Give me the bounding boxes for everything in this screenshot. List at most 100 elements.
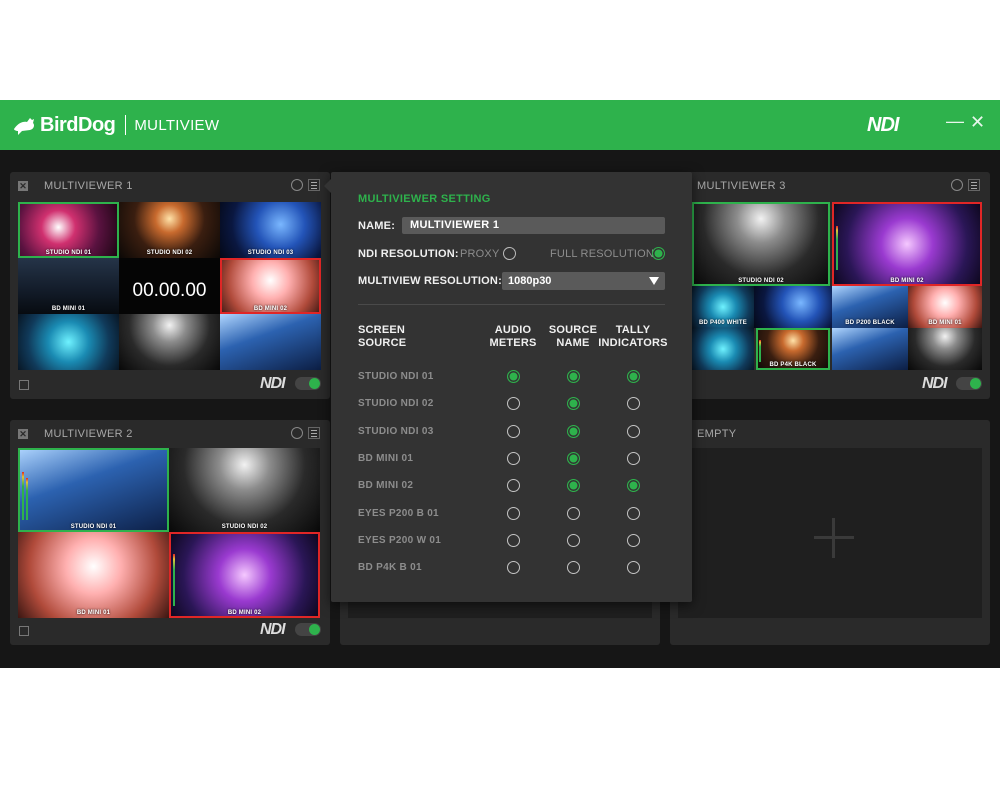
menu-icon[interactable]	[308, 179, 320, 191]
video-tile[interactable]: STUDIO NDI 02	[692, 202, 830, 286]
source-name-radio[interactable]	[567, 370, 580, 383]
tile-label: BD MINI 02	[253, 306, 288, 312]
video-tile[interactable]	[119, 314, 220, 370]
panel-title: EMPTY	[697, 428, 737, 440]
audio-meters-radio[interactable]	[507, 397, 520, 411]
audio-meters-radio[interactable]	[507, 561, 520, 575]
source-name-radio[interactable]	[567, 561, 580, 575]
tile-label: STUDIO NDI 01	[45, 250, 92, 256]
audio-meters-radio[interactable]	[507, 451, 520, 465]
multiviewer-settings-popup: MULTIVIEWER SETTING NAME: NDI RESOLUTION…	[324, 172, 692, 602]
audio-meter	[22, 472, 24, 520]
tally-indicator-radio[interactable]	[627, 561, 640, 575]
minimize-icon[interactable]: —	[946, 111, 964, 132]
expand-icon[interactable]	[19, 626, 29, 636]
close-panel-icon[interactable]: ✕	[18, 429, 28, 439]
tally-indicator-radio[interactable]	[627, 370, 640, 383]
tally-indicator-radio[interactable]	[627, 506, 640, 520]
source-name-radio[interactable]	[567, 397, 580, 411]
multiview-resolution-select[interactable]: 1080p30	[502, 272, 665, 290]
video-tile[interactable]: BD MINI 01	[908, 286, 982, 328]
toggle-knob	[309, 378, 320, 389]
panel-title: MULTIVIEWER 1	[44, 180, 133, 192]
video-tile[interactable]: BD MINI 02	[832, 202, 982, 286]
ndi-output-logo: NDI	[922, 375, 948, 392]
ndi-output-toggle[interactable]	[295, 623, 321, 636]
divider	[358, 304, 665, 305]
video-tile[interactable]: BD MINI 01	[18, 258, 119, 314]
brand-separator	[125, 115, 127, 135]
source-name-radio[interactable]	[567, 479, 580, 493]
full-resolution-radio[interactable]	[652, 247, 665, 260]
source-name: BD MINI 01	[358, 452, 414, 464]
source-name-radio[interactable]	[567, 506, 580, 520]
column-header-audio-meters: AUDIO METERS	[489, 324, 537, 349]
source-name: STUDIO NDI 02	[358, 398, 434, 410]
source-name: STUDIO NDI 03	[358, 425, 434, 437]
audio-meters-radio[interactable]	[507, 479, 520, 493]
timer-tile[interactable]: 00.00.00	[119, 258, 220, 314]
add-multiviewer-icon[interactable]	[814, 518, 854, 558]
menu-icon[interactable]	[308, 427, 320, 439]
multiviewer-name-input[interactable]	[402, 217, 665, 234]
source-row: BD MINI 01	[331, 450, 692, 470]
video-tile[interactable]: STUDIO NDI 02	[169, 448, 320, 532]
video-tile[interactable]	[832, 328, 908, 370]
video-tile[interactable]	[692, 328, 754, 370]
video-tile[interactable]	[18, 314, 119, 370]
expand-icon[interactable]	[19, 380, 29, 390]
video-tile[interactable]	[220, 314, 321, 370]
video-tile[interactable]: BD MINI 02	[220, 258, 321, 314]
video-tile[interactable]: STUDIO NDI 02	[119, 202, 220, 258]
audio-meters-radio[interactable]	[507, 424, 520, 438]
audio-meters-radio[interactable]	[507, 370, 520, 383]
source-row: EYES P200 W 01	[331, 532, 692, 552]
proxy-radio[interactable]	[503, 247, 516, 260]
settings-title: MULTIVIEWER SETTING	[358, 193, 491, 205]
video-tile[interactable]: BD MINI 01	[18, 532, 169, 618]
audio-meters-radio[interactable]	[507, 533, 520, 547]
tally-indicator-radio[interactable]	[627, 533, 640, 547]
tile-label: STUDIO NDI 02	[146, 250, 193, 256]
tally-indicator-radio[interactable]	[627, 479, 640, 493]
tally-indicator-radio[interactable]	[627, 397, 640, 411]
empty-slot[interactable]	[678, 448, 982, 618]
tile-label: BD MINI 01	[928, 320, 962, 326]
audio-meters-radio[interactable]	[507, 506, 520, 520]
source-name: EYES P200 W 01	[358, 534, 442, 546]
source-name-radio[interactable]	[567, 424, 580, 438]
video-tile[interactable]: STUDIO NDI 01	[18, 448, 169, 532]
full-resolution-label: FULL RESOLUTION	[550, 248, 655, 260]
video-tile[interactable]: BD MINI 02	[169, 532, 320, 618]
ndi-resolution-label: NDI RESOLUTION:	[358, 248, 459, 260]
video-tile[interactable]	[754, 286, 832, 328]
tile-label: STUDIO NDI 02	[221, 524, 268, 530]
panel-title: MULTIVIEWER 2	[44, 428, 133, 440]
video-tile[interactable]	[908, 328, 982, 370]
tally-indicator-radio[interactable]	[627, 451, 640, 465]
column-header-screen-source: SCREEN SOURCE	[358, 324, 407, 349]
video-tile[interactable]: BD P200 BLACK	[832, 286, 908, 328]
source-name-radio[interactable]	[567, 533, 580, 547]
ndi-output-toggle[interactable]	[956, 377, 982, 390]
refresh-icon[interactable]	[291, 179, 303, 191]
selected-resolution: 1080p30	[508, 275, 552, 287]
video-tile[interactable]: BD P400 WHITE	[692, 286, 754, 328]
name-label: NAME:	[358, 220, 396, 232]
video-tile[interactable]: STUDIO NDI 01	[18, 202, 119, 258]
ndi-logo: NDI	[867, 114, 899, 136]
close-icon[interactable]: ✕	[970, 112, 985, 133]
multiview-app: BirdDog MULTIVIEW NDI — ✕ ✕ MULTIVIEWER …	[0, 100, 1000, 668]
close-panel-icon[interactable]: ✕	[18, 181, 28, 191]
tally-indicator-radio[interactable]	[627, 424, 640, 438]
refresh-icon[interactable]	[291, 427, 303, 439]
source-name-radio[interactable]	[567, 451, 580, 465]
birddog-logo-icon	[14, 118, 34, 135]
video-tile[interactable]: STUDIO NDI 03	[220, 202, 321, 258]
ndi-output-toggle[interactable]	[295, 377, 321, 390]
menu-icon[interactable]	[968, 179, 980, 191]
ndi-output-logo: NDI	[260, 621, 286, 638]
video-tile[interactable]: BD P4K BLACK	[756, 328, 830, 370]
tile-label: STUDIO NDI 03	[247, 250, 294, 256]
refresh-icon[interactable]	[951, 179, 963, 191]
